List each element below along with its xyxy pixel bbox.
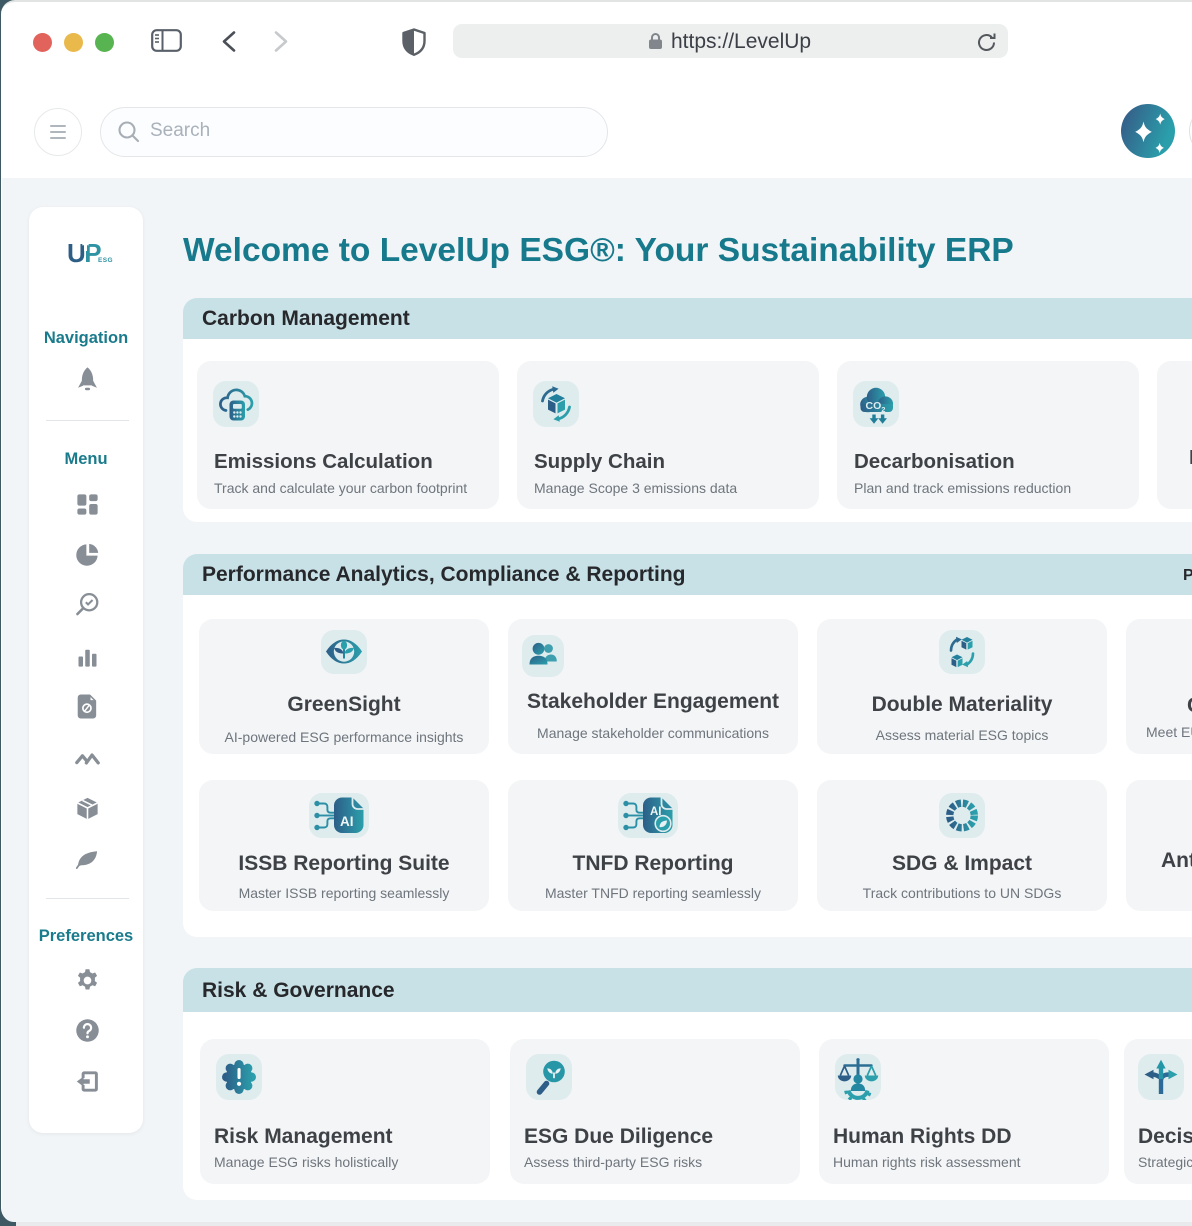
svg-text:2: 2 [881,405,885,414]
svg-text:AI: AI [340,814,354,829]
svg-text:CO: CO [866,400,882,412]
